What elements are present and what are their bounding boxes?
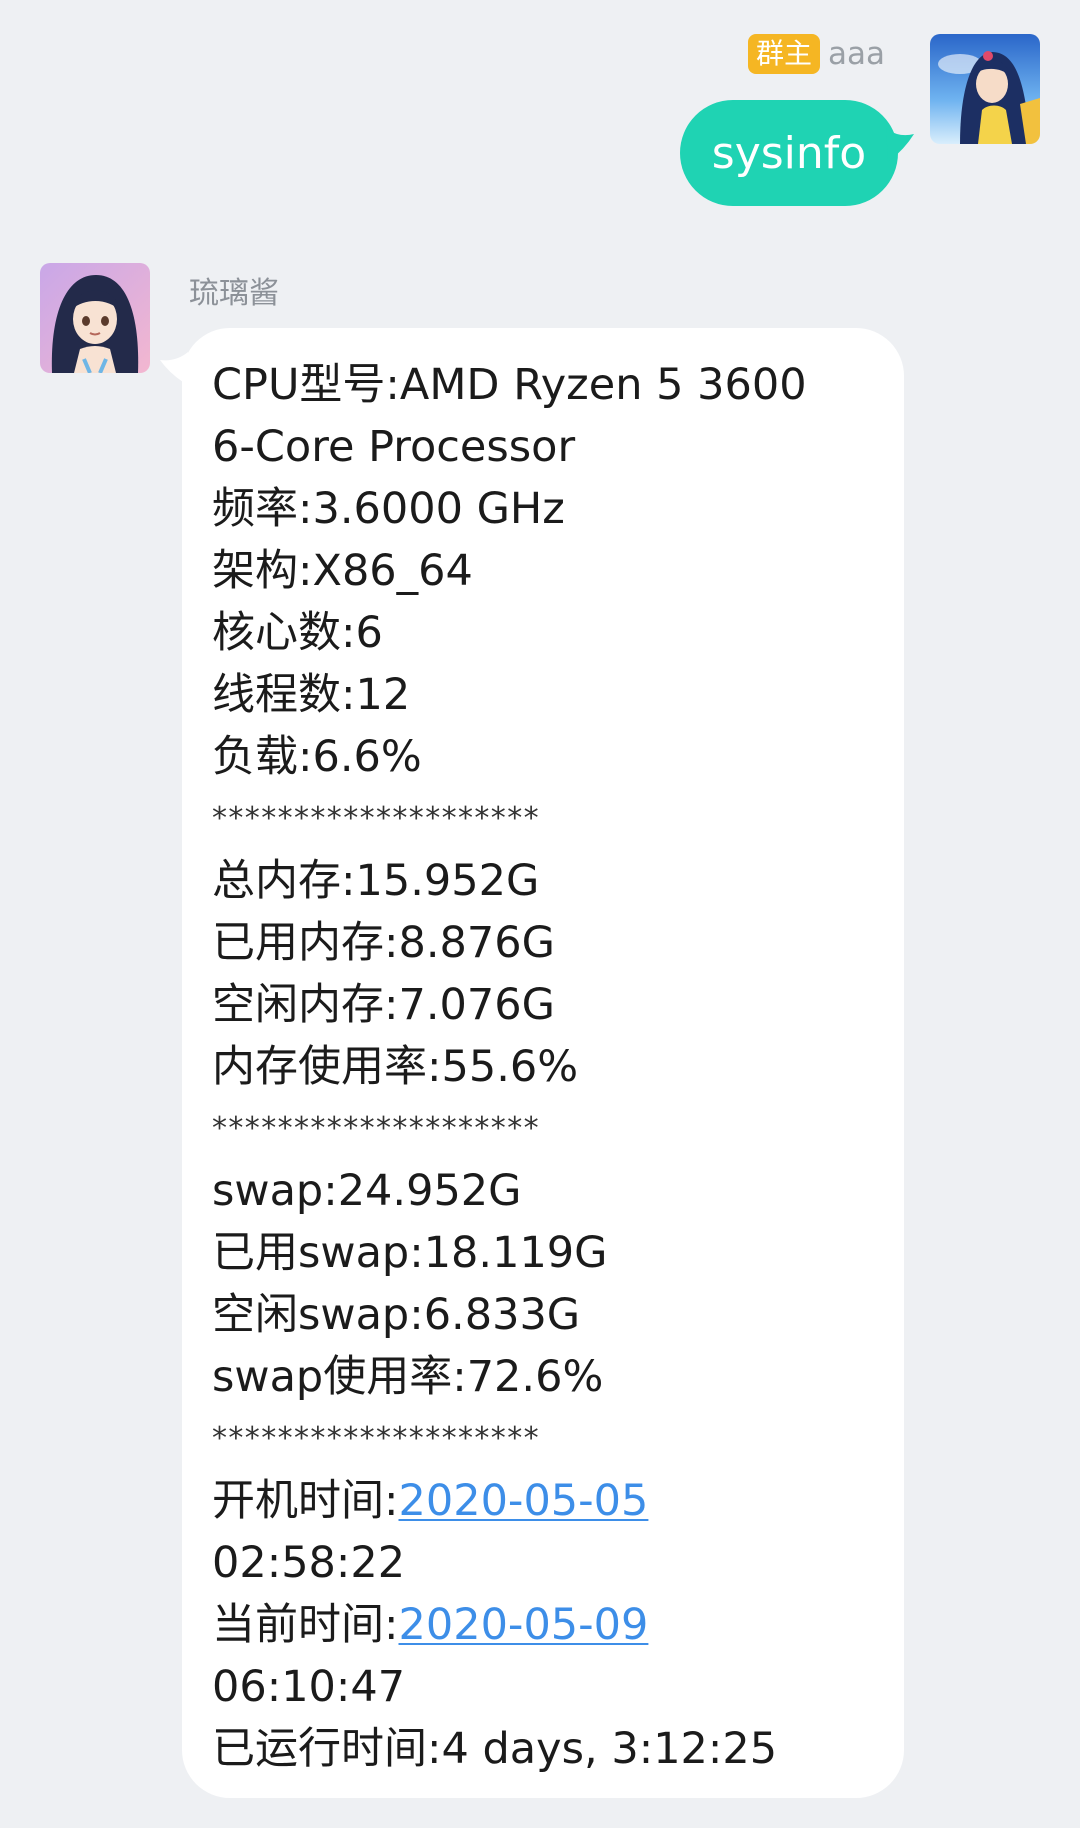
frequency-line: 频率:3.6000 GHz	[212, 484, 565, 534]
architecture-line: 架构:X86_64	[212, 546, 473, 596]
uptime-line: 已运行时间:4 days, 3:12:25	[212, 1724, 778, 1774]
incoming-message-bubble[interactable]: CPU型号:AMD Ryzen 5 3600 6-Core Processor …	[182, 328, 904, 1798]
boot-time-clock: 02:58:22	[212, 1538, 406, 1588]
separator-line: ********************	[212, 801, 540, 836]
current-date-link[interactable]: 2020-05-09	[399, 1600, 649, 1650]
user-avatar[interactable]	[930, 34, 1040, 144]
sysinfo-lines: CPU型号:AMD Ryzen 5 3600 6-Core Processor …	[212, 354, 874, 1780]
boot-date-link[interactable]: 2020-05-05	[399, 1476, 649, 1526]
current-time-label: 当前时间:	[212, 1600, 399, 1650]
outgoing-sender-line: 群主 aaa	[747, 34, 885, 74]
load-line: 负载:6.6%	[212, 732, 422, 782]
current-time-clock: 06:10:47	[212, 1662, 406, 1712]
outgoing-message-text: sysinfo	[711, 127, 867, 179]
outgoing-bubble-tail	[886, 128, 914, 162]
cpu-model-line: CPU型号:AMD Ryzen 5 3600	[212, 360, 807, 410]
current-time-line: 当前时间:2020-05-09	[212, 1594, 874, 1656]
total-memory-line: 总内存:15.952G	[212, 856, 540, 906]
swap-total-line: swap:24.952G	[212, 1166, 522, 1216]
boot-time-line: 开机时间:2020-05-05	[212, 1470, 874, 1532]
bot-sender-name[interactable]: 琉璃酱	[189, 268, 279, 312]
group-owner-badge: 群主	[747, 34, 820, 74]
outgoing-message-bubble[interactable]: sysinfo	[680, 100, 898, 206]
separator-line: ********************	[212, 1421, 540, 1456]
free-memory-line: 空闲内存:7.076G	[212, 980, 555, 1030]
swap-usage-line: swap使用率:72.6%	[212, 1352, 604, 1402]
boot-time-label: 开机时间:	[212, 1476, 399, 1526]
outgoing-sender-name[interactable]: aaa	[828, 36, 885, 72]
used-memory-line: 已用内存:8.876G	[212, 918, 555, 968]
separator-line: ********************	[212, 1111, 540, 1146]
thread-count-line: 线程数:12	[212, 670, 411, 720]
bot-avatar[interactable]	[40, 263, 150, 373]
cpu-model-line-continued: 6-Core Processor	[212, 422, 576, 472]
core-count-line: 核心数:6	[212, 608, 383, 658]
swap-used-line: 已用swap:18.119G	[212, 1228, 608, 1278]
swap-free-line: 空闲swap:6.833G	[212, 1290, 581, 1340]
memory-usage-line: 内存使用率:55.6%	[212, 1042, 579, 1092]
